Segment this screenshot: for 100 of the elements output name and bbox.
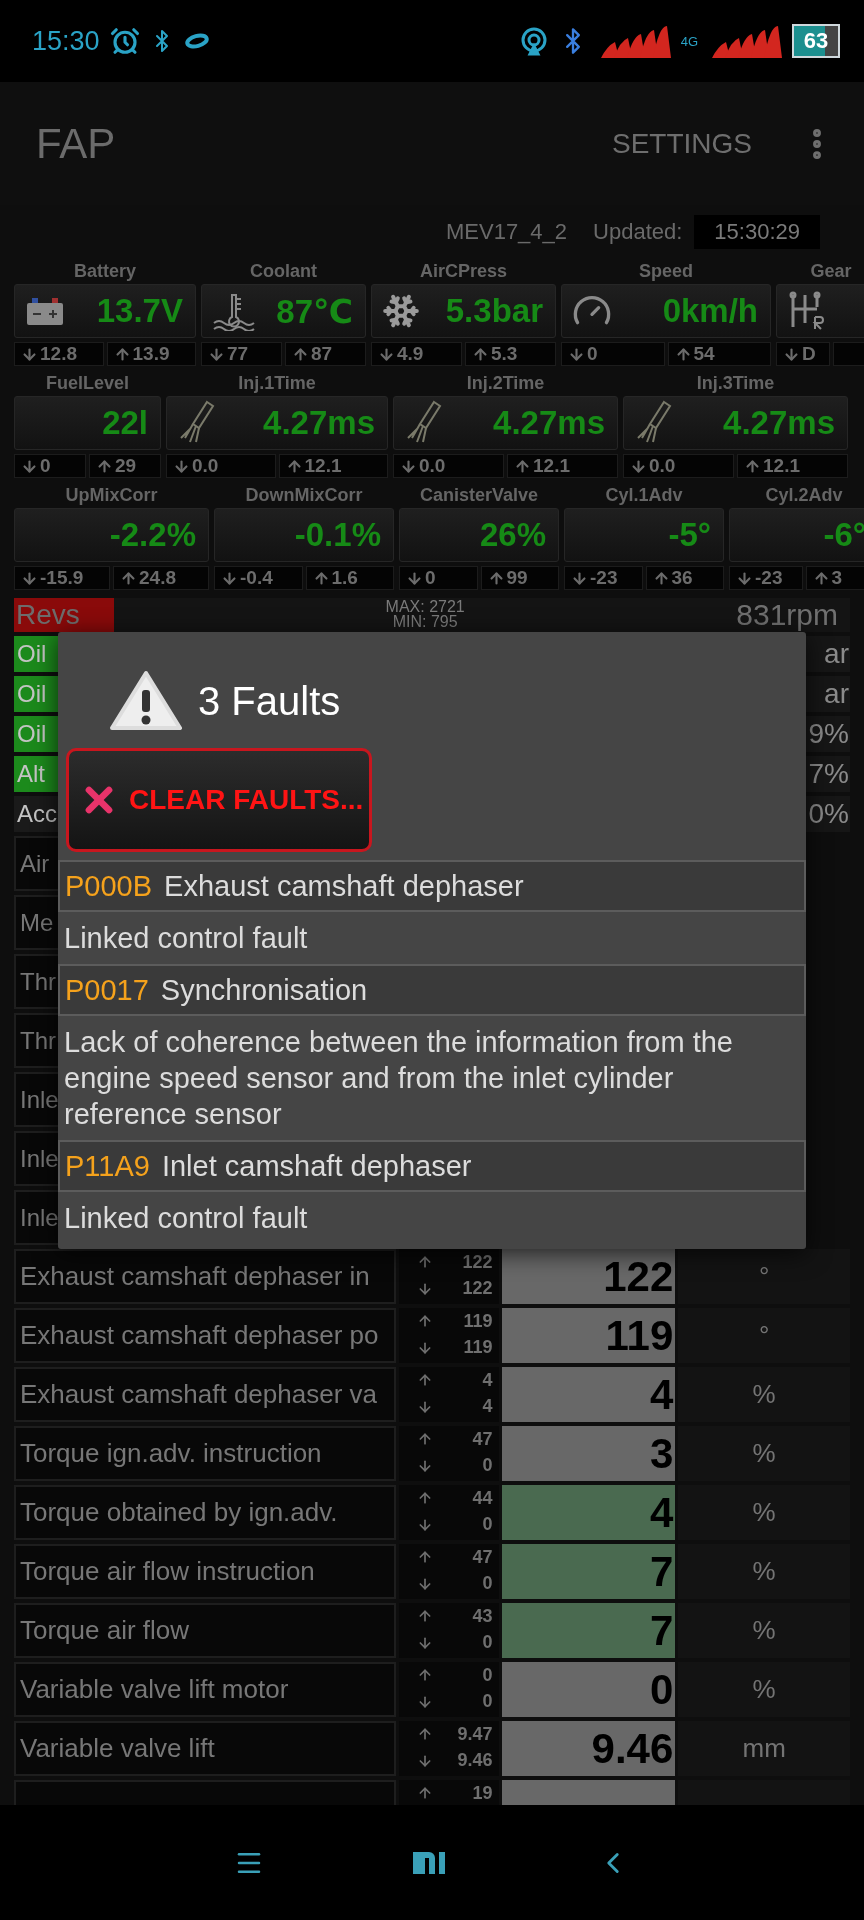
- min-value: 122: [461, 1278, 493, 1300]
- bar-value: 7%: [808, 758, 850, 790]
- gauge-label: DownMixCorr: [244, 484, 364, 507]
- app-title: FAP: [36, 119, 116, 168]
- parameter-name: Torque air flow instruction: [14, 1544, 397, 1599]
- gauge-label: Inj.1Time: [237, 372, 317, 395]
- min-value: 0.0: [419, 455, 446, 477]
- min-value: -23: [755, 567, 783, 589]
- revs-value: 831rpm: [736, 598, 839, 632]
- parameter-value: 7: [501, 1544, 676, 1599]
- fault-description: Lack of coherence between the information from the engine speed sensor and from the inlet cylinder reference sensor: [63, 1025, 734, 1132]
- max-value: 122: [461, 1251, 493, 1273]
- fault-description: Linked control fault: [63, 1201, 309, 1236]
- bar-value: ar: [824, 678, 850, 710]
- down-arrow-icon: [378, 345, 395, 363]
- max-value: 54: [693, 343, 715, 365]
- min-value: 77: [227, 343, 249, 365]
- parameter-value: 9.46: [501, 1721, 676, 1776]
- battery-level: 63: [792, 24, 840, 58]
- fault-code: P11A9: [65, 1149, 150, 1183]
- parameter-value: 119: [501, 1308, 676, 1363]
- network-type: 4G: [680, 34, 698, 48]
- max-value: 12.1: [763, 455, 800, 477]
- parameter-name: Variable valve lift motor: [14, 1662, 397, 1717]
- down-arrow-icon: [571, 569, 588, 587]
- parameter-value: 4: [501, 1367, 676, 1422]
- gauge-label: AirCPress: [418, 260, 508, 283]
- gauge-value: 4.27ms: [723, 404, 835, 442]
- up-arrow-icon: [312, 569, 330, 587]
- max-value: 1.6: [331, 567, 358, 589]
- battery-icon: [25, 295, 65, 327]
- unit-cell: °: [678, 1249, 850, 1304]
- parameter-name: Exhaust camshaft dephaser po: [14, 1308, 397, 1363]
- min-value: 119: [462, 1337, 493, 1359]
- gauge-label: Speed: [638, 260, 694, 283]
- max-value: 87: [311, 343, 333, 365]
- down-arrow-icon: [221, 569, 238, 587]
- gauge-value: -0.1%: [294, 516, 381, 554]
- max-value: 99: [506, 567, 528, 589]
- settings-button[interactable]: SETTINGS: [602, 121, 762, 166]
- max-value: 5.3: [491, 343, 518, 365]
- max-value: 12.1: [533, 455, 570, 477]
- gauge-value: -6°: [823, 516, 864, 554]
- parameter-name: Variable valve lift: [14, 1721, 397, 1776]
- parameter-name: Me: [20, 908, 54, 937]
- max-value: 29: [115, 455, 137, 477]
- ecu-name: MEV17_4_2: [445, 218, 568, 245]
- updated-time: 15:30:29: [694, 214, 820, 249]
- unit-cell: %: [678, 1367, 850, 1422]
- min-value: 0: [40, 455, 51, 477]
- unit-cell: %: [678, 1662, 850, 1717]
- clear-faults-button[interactable]: CLEAR FAULTS...: [66, 748, 372, 852]
- max-value: 3: [831, 567, 843, 589]
- min-value: -0.4: [240, 567, 273, 589]
- gauge-label: Coolant: [249, 260, 318, 283]
- gauge-value: 22l: [102, 404, 148, 442]
- gear-shift-icon: [787, 291, 827, 331]
- gauge-value: -5°: [668, 516, 711, 554]
- max-value: 9.47: [456, 1723, 493, 1745]
- min-value: 0: [481, 1691, 493, 1713]
- max-value: 47: [471, 1546, 493, 1568]
- max-value: 44: [471, 1487, 493, 1509]
- min-value: 9.46: [456, 1750, 493, 1772]
- parameter-name: Inle: [20, 1203, 59, 1232]
- down-arrow-icon: [736, 569, 753, 587]
- parameter-value: 7: [501, 1603, 676, 1658]
- parameter-name: Air: [20, 849, 50, 878]
- bar-value: 9%: [808, 718, 850, 750]
- max-revs: MAX: 2721: [385, 599, 465, 614]
- bar-value: 0%: [808, 798, 850, 830]
- down-arrow-icon: [21, 569, 38, 587]
- min-value: 0.0: [192, 455, 219, 477]
- min-value: 12.8: [40, 343, 77, 365]
- fault-code: P0017: [65, 973, 149, 1007]
- gauge-value: 4.27ms: [263, 404, 375, 442]
- min-value: -15.9: [40, 567, 84, 589]
- parameter-name: Exhaust camshaft dephaser in: [14, 1249, 397, 1304]
- fault-code: P000B: [65, 869, 153, 903]
- parameter-name: Thr: [20, 967, 56, 996]
- parameter-name: Exhaust camshaft dephaser va: [14, 1367, 397, 1422]
- max-value: 43: [471, 1605, 493, 1627]
- gauge-label: Inj.3Time: [695, 372, 776, 395]
- gauge-value: 26%: [479, 516, 546, 554]
- bar-value: ar: [824, 638, 850, 670]
- fault-title: Inlet camshaft dephaser: [161, 1149, 472, 1183]
- fault-title: Synchronisation: [160, 973, 368, 1007]
- logo-icon[interactable]: [413, 1851, 447, 1874]
- min-value: 0: [481, 1632, 493, 1654]
- gauge-label: Cyl.2Adv: [764, 484, 844, 507]
- gauge-label: FuelLevel: [45, 372, 130, 395]
- min-value: 0: [587, 343, 598, 365]
- max-value: 19: [471, 1782, 493, 1804]
- unit-cell: %: [678, 1544, 850, 1599]
- parameter-name: Thr: [20, 1026, 56, 1055]
- max-value: 24.8: [139, 567, 176, 589]
- gauge-label: UpMixCorr: [64, 484, 159, 507]
- gauge-label: Battery: [73, 260, 137, 283]
- unit-cell: %: [678, 1603, 850, 1658]
- updated-label: Updated:: [593, 218, 683, 245]
- min-value: 0.0: [649, 455, 676, 477]
